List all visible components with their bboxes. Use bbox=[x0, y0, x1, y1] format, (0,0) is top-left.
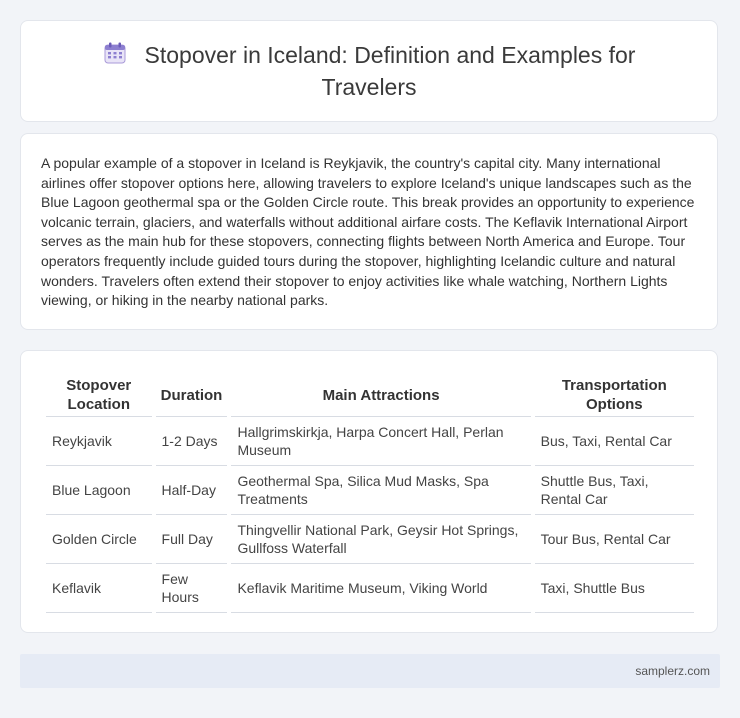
cell-location: Blue Lagoon bbox=[46, 466, 152, 515]
footer-bar: samplerz.com bbox=[20, 654, 720, 688]
footer-brand-link[interactable]: samplerz.com bbox=[635, 664, 710, 678]
cell-location: Keflavik bbox=[46, 564, 152, 613]
cell-attractions: Thingvellir National Park, Geysir Hot Sp… bbox=[231, 515, 531, 564]
cell-duration: Full Day bbox=[155, 515, 228, 564]
cell-transportation: Tour Bus, Rental Car bbox=[534, 515, 694, 564]
cell-attractions: Geothermal Spa, Silica Mud Masks, Spa Tr… bbox=[231, 466, 531, 515]
cell-location: Golden Circle bbox=[46, 515, 152, 564]
intro-paragraph: A popular example of a stopover in Icela… bbox=[41, 155, 695, 309]
table-card: Stopover Location Duration Main Attracti… bbox=[20, 350, 718, 633]
table-header-row: Stopover Location Duration Main Attracti… bbox=[46, 372, 694, 417]
column-header-attractions: Main Attractions bbox=[231, 372, 531, 417]
table-row: Reykjavik 1-2 Days Hallgrimskirkja, Harp… bbox=[46, 417, 694, 466]
table-row: Golden Circle Full Day Thingvellir Natio… bbox=[46, 515, 694, 564]
calendar-icon bbox=[103, 41, 127, 72]
table-row: Blue Lagoon Half-Day Geothermal Spa, Sil… bbox=[46, 466, 694, 515]
cell-duration: 1-2 Days bbox=[155, 417, 228, 466]
cell-transportation: Shuttle Bus, Taxi, Rental Car bbox=[534, 466, 694, 515]
cell-duration: Half-Day bbox=[155, 466, 228, 515]
column-header-transportation: Transportation Options bbox=[534, 372, 694, 417]
cell-duration: Few Hours bbox=[155, 564, 228, 613]
title-card: Stopover in Iceland: Definition and Exam… bbox=[20, 20, 718, 122]
stopover-table: Stopover Location Duration Main Attracti… bbox=[42, 372, 698, 613]
cell-transportation: Taxi, Shuttle Bus bbox=[534, 564, 694, 613]
page-title: Stopover in Iceland: Definition and Exam… bbox=[69, 40, 669, 102]
page-title-text: Stopover in Iceland: Definition and Exam… bbox=[144, 42, 636, 100]
cell-attractions: Hallgrimskirkja, Harpa Concert Hall, Per… bbox=[231, 417, 531, 466]
title-wrap: Stopover in Iceland: Definition and Exam… bbox=[69, 40, 669, 102]
intro-card: A popular example of a stopover in Icela… bbox=[20, 133, 718, 330]
cell-location: Reykjavik bbox=[46, 417, 152, 466]
cell-transportation: Bus, Taxi, Rental Car bbox=[534, 417, 694, 466]
table-row: Keflavik Few Hours Keflavik Maritime Mus… bbox=[46, 564, 694, 613]
column-header-location: Stopover Location bbox=[46, 372, 152, 417]
column-header-duration: Duration bbox=[155, 372, 228, 417]
cell-attractions: Keflavik Maritime Museum, Viking World bbox=[231, 564, 531, 613]
